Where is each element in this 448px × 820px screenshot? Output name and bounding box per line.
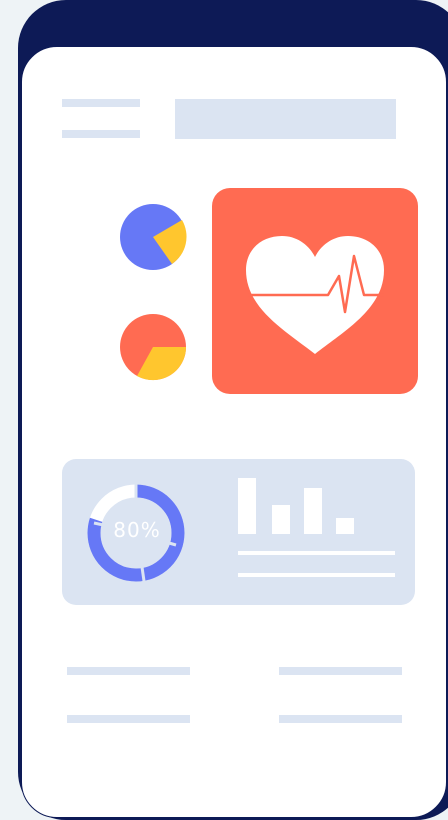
phone-screen <box>21 46 447 818</box>
stats-line-top <box>238 551 395 555</box>
text-line-left-1 <box>67 667 190 675</box>
header-title-placeholder <box>175 99 396 139</box>
stats-line-bottom <box>238 573 395 577</box>
text-line-right-1 <box>279 667 402 675</box>
pie-chart-bottom-icon <box>120 314 187 381</box>
pie-chart-top-icon <box>120 204 187 270</box>
menu-line-bottom <box>62 130 140 138</box>
menu-line-top <box>62 99 140 107</box>
illustration-stage: 80% <box>0 0 448 820</box>
text-line-right-2 <box>279 715 402 723</box>
text-line-left-2 <box>67 715 190 723</box>
bar-chart-icon <box>238 478 354 534</box>
gauge-percent-label: 80% <box>113 518 161 542</box>
heart-pulse-icon <box>246 236 384 354</box>
